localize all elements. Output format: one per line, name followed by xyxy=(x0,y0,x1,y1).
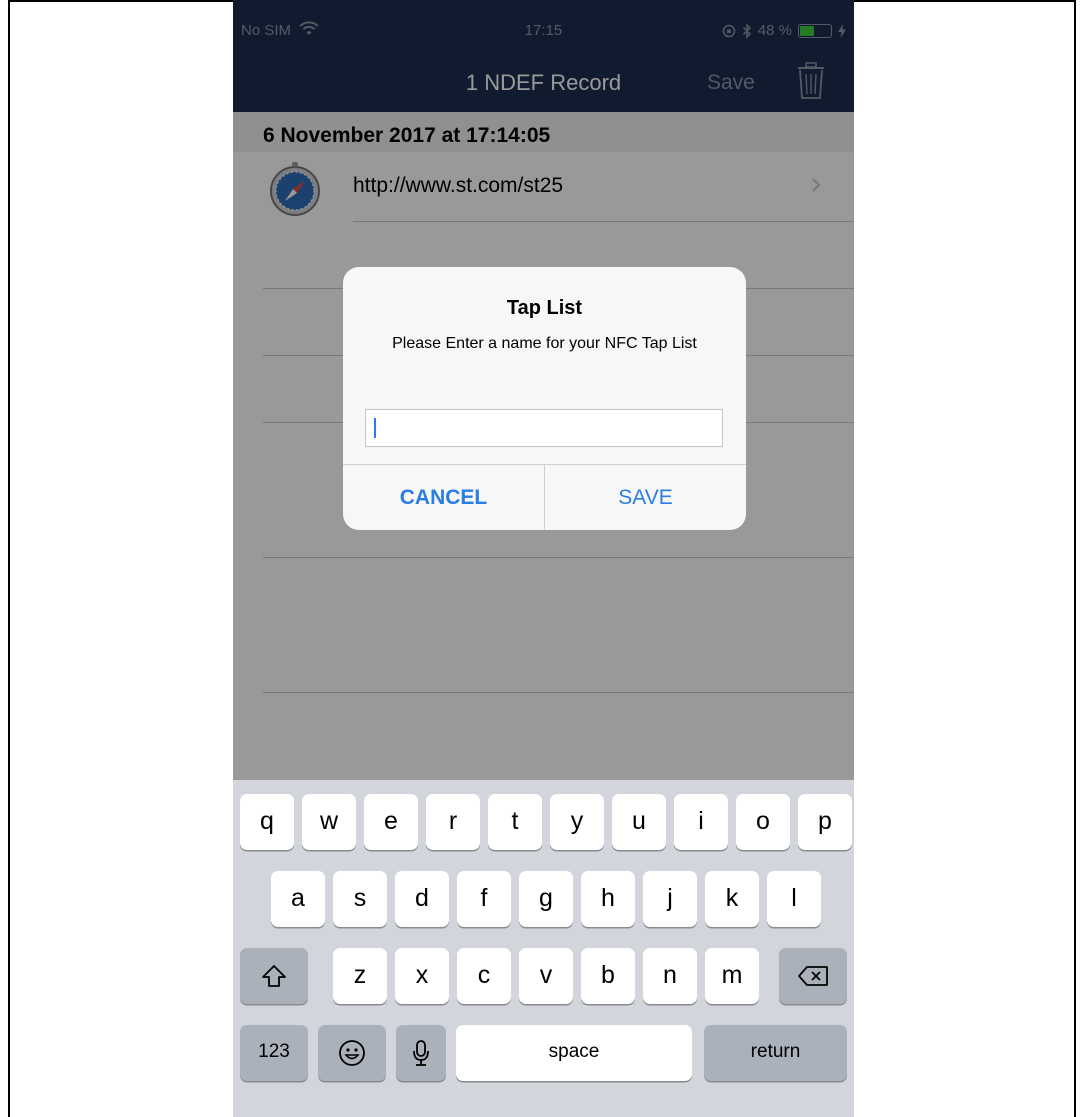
key-x[interactable]: x xyxy=(395,948,449,1004)
emoji-icon xyxy=(339,1040,365,1066)
key-q[interactable]: q xyxy=(240,794,294,850)
alert-message: Please Enter a name for your NFC Tap Lis… xyxy=(392,335,697,352)
name-input[interactable] xyxy=(365,409,723,447)
key-v[interactable]: v xyxy=(519,948,573,1004)
key-b[interactable]: b xyxy=(581,948,635,1004)
key-m[interactable]: m xyxy=(705,948,759,1004)
key-r[interactable]: r xyxy=(426,794,480,850)
key-g[interactable]: g xyxy=(519,871,573,927)
key-c[interactable]: c xyxy=(457,948,511,1004)
keyboard: q w e r t y u i o p a s d f g h j k l z … xyxy=(233,780,854,1117)
key-f[interactable]: f xyxy=(457,871,511,927)
alert-dialog: Tap List Please Enter a name for your NF… xyxy=(343,267,746,530)
key-u[interactable]: u xyxy=(612,794,666,850)
key-o[interactable]: o xyxy=(736,794,790,850)
shift-arrow-icon xyxy=(262,965,286,987)
key-s[interactable]: s xyxy=(333,871,387,927)
key-t[interactable]: t xyxy=(488,794,542,850)
dictation-key[interactable] xyxy=(396,1025,446,1081)
key-l[interactable]: l xyxy=(767,871,821,927)
delete-key[interactable] xyxy=(779,948,847,1004)
cancel-button[interactable]: CANCEL xyxy=(343,465,544,530)
key-a[interactable]: a xyxy=(271,871,325,927)
phone-screen: No SIM 17:15 48 % 1 NDEF Record Save 6 N… xyxy=(233,0,854,1117)
key-p[interactable]: p xyxy=(798,794,852,850)
emoji-key[interactable] xyxy=(318,1025,386,1081)
key-k[interactable]: k xyxy=(705,871,759,927)
numbers-key[interactable]: 123 xyxy=(240,1025,308,1081)
key-d[interactable]: d xyxy=(395,871,449,927)
key-z[interactable]: z xyxy=(333,948,387,1004)
key-h[interactable]: h xyxy=(581,871,635,927)
save-button[interactable]: SAVE xyxy=(545,465,746,530)
shift-key[interactable] xyxy=(240,948,308,1004)
alert-title: Tap List xyxy=(506,297,583,319)
key-e[interactable]: e xyxy=(364,794,418,850)
text-caret xyxy=(374,418,376,438)
key-j[interactable]: j xyxy=(643,871,697,927)
microphone-icon xyxy=(413,1040,429,1066)
space-key[interactable]: space xyxy=(456,1025,692,1081)
key-n[interactable]: n xyxy=(643,948,697,1004)
key-y[interactable]: y xyxy=(550,794,604,850)
return-key[interactable]: return xyxy=(704,1025,847,1081)
key-w[interactable]: w xyxy=(302,794,356,850)
backspace-icon xyxy=(798,966,828,986)
key-i[interactable]: i xyxy=(674,794,728,850)
